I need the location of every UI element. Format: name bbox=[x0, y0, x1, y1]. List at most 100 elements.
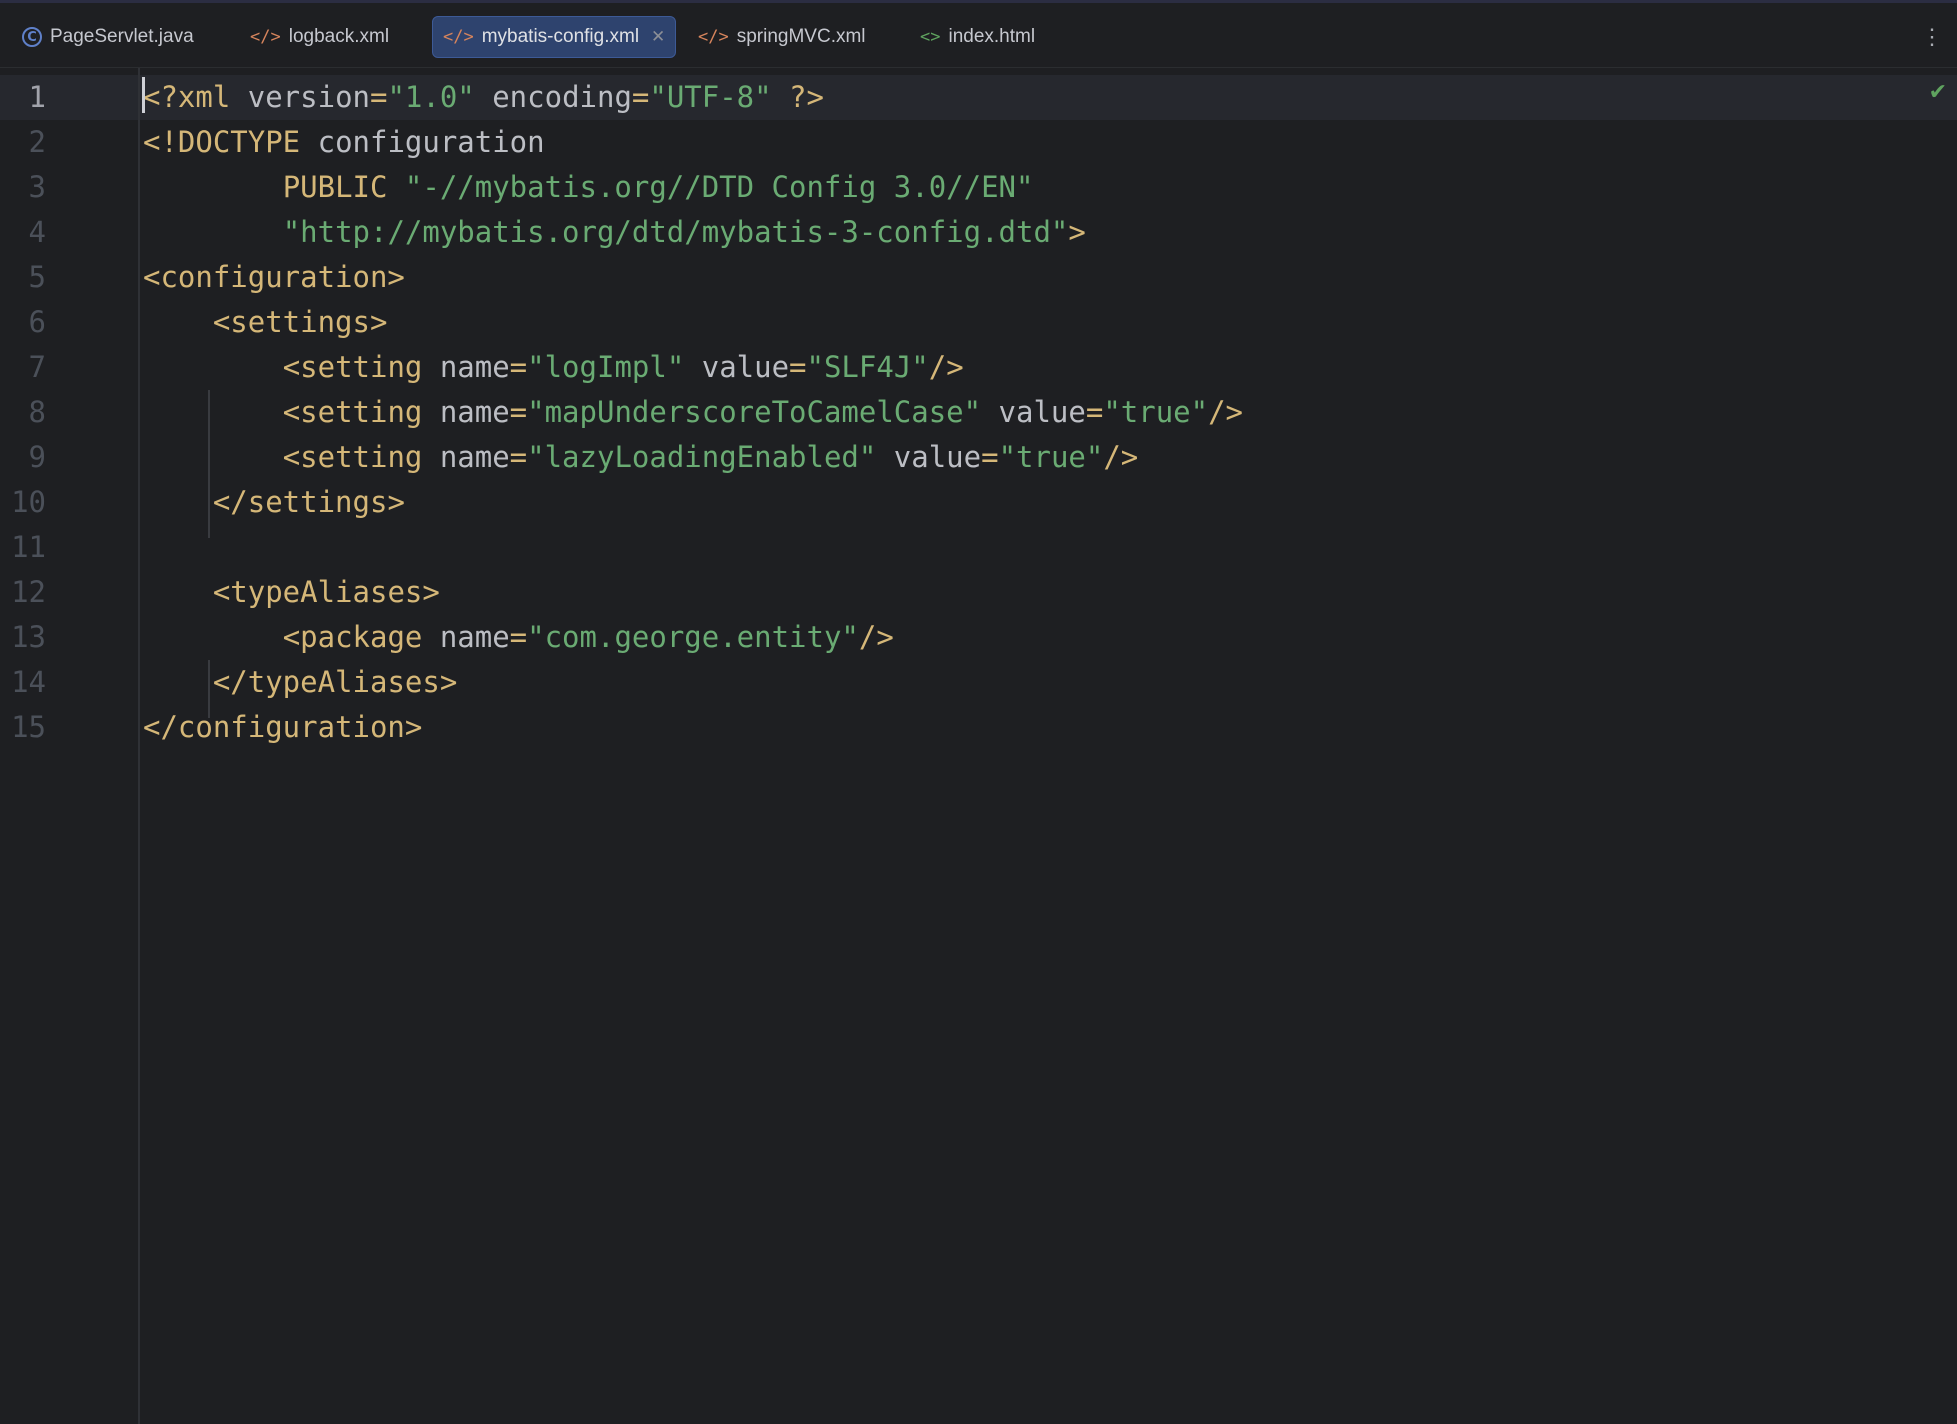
inspection-ok-check-icon[interactable]: ✔ bbox=[1929, 80, 1947, 105]
code-token: <configuration> bbox=[143, 260, 405, 294]
code-line[interactable]: 4 "http://mybatis.org/dtd/mybatis-3-conf… bbox=[0, 210, 1957, 255]
code-token: "true" bbox=[1103, 395, 1209, 429]
xml-file-icon: </> bbox=[443, 27, 474, 47]
code-text: <setting name="mapUnderscoreToCamelCase"… bbox=[143, 390, 1243, 435]
tab-label: logback.xml bbox=[288, 26, 390, 47]
code-token: <settings> bbox=[212, 305, 388, 339]
code-line[interactable]: 14 </typeAliases> bbox=[0, 660, 1957, 705]
code-token: encoding bbox=[474, 80, 632, 114]
code-token: "true" bbox=[998, 440, 1104, 474]
code-token: /> bbox=[928, 350, 964, 384]
tab-mybatis-config-xml[interactable]: </> mybatis-config.xml ✕ bbox=[432, 16, 677, 58]
code-token: = bbox=[509, 440, 528, 474]
code-token: = bbox=[981, 440, 999, 474]
code-text: <package name="com.george.entity"/> bbox=[143, 615, 894, 660]
tab-label: mybatis-config.xml bbox=[481, 26, 640, 47]
line-number: 15 bbox=[11, 710, 46, 744]
tab-logback-xml[interactable]: </> logback.xml bbox=[250, 16, 389, 58]
code-token: "mapUnderscoreToCamelCase" bbox=[527, 395, 982, 429]
code-token: = bbox=[509, 350, 528, 384]
code-token: PUBLIC bbox=[282, 170, 405, 204]
code-token: name bbox=[439, 395, 510, 429]
line-number: 10 bbox=[11, 485, 46, 519]
tab-pageservlet-java[interactable]: C PageServlet.java bbox=[22, 16, 194, 58]
code-token: /> bbox=[1208, 395, 1244, 429]
text-caret bbox=[142, 77, 145, 113]
code-token: </settings> bbox=[212, 485, 405, 519]
html-file-icon: <> bbox=[920, 27, 941, 47]
code-line[interactable]: 7 <setting name="logImpl" value="SLF4J"/… bbox=[0, 345, 1957, 390]
code-text: "http://mybatis.org/dtd/mybatis-3-config… bbox=[143, 210, 1086, 255]
code-text: </settings> bbox=[143, 480, 405, 525]
indent-guide bbox=[208, 390, 210, 538]
line-number: 2 bbox=[28, 125, 46, 159]
code-token: "SLF4J" bbox=[806, 350, 929, 384]
code-token: "http://mybatis.org/dtd/mybatis-3-config… bbox=[282, 215, 1069, 249]
code-token: name bbox=[439, 620, 510, 654]
line-number: 8 bbox=[28, 395, 46, 429]
line-number: 6 bbox=[28, 305, 46, 339]
code-token: <package bbox=[282, 620, 440, 654]
code-token: <typeAliases> bbox=[212, 575, 440, 609]
line-number: 14 bbox=[11, 665, 46, 699]
code-line[interactable]: 6 <settings> bbox=[0, 300, 1957, 345]
code-token: </typeAliases> bbox=[212, 665, 458, 699]
code-token: = bbox=[509, 395, 528, 429]
code-line[interactable]: 1 <?xml version="1.0" encoding="UTF-8" ?> bbox=[0, 75, 1957, 120]
line-number: 11 bbox=[11, 530, 46, 564]
code-text: </typeAliases> bbox=[143, 660, 457, 705]
editor-tab-bar: C PageServlet.java </> logback.xml </> m… bbox=[0, 6, 1957, 68]
code-token: <setting bbox=[282, 350, 440, 384]
code-line[interactable]: 8 <setting name="mapUnderscoreToCamelCas… bbox=[0, 390, 1957, 435]
code-token: = bbox=[789, 350, 807, 384]
code-line[interactable]: 2 <!DOCTYPE configuration bbox=[0, 120, 1957, 165]
code-token: <setting bbox=[282, 440, 440, 474]
code-line[interactable]: 9 <setting name="lazyLoadingEnabled" val… bbox=[0, 435, 1957, 480]
code-editor[interactable]: 1 <?xml version="1.0" encoding="UTF-8" ?>… bbox=[0, 68, 1957, 1424]
tab-springmvc-xml[interactable]: </> springMVC.xml bbox=[698, 16, 866, 58]
ide-window: C PageServlet.java </> logback.xml </> m… bbox=[0, 0, 1957, 1424]
code-token: = bbox=[1085, 395, 1104, 429]
code-line[interactable]: 3 PUBLIC "-//mybatis.org//DTD Config 3.0… bbox=[0, 165, 1957, 210]
code-token: = bbox=[509, 620, 528, 654]
code-token: version bbox=[247, 80, 370, 114]
code-line[interactable]: 10 </settings> bbox=[0, 480, 1957, 525]
code-line[interactable]: 11 bbox=[0, 525, 1957, 570]
code-token: <setting bbox=[282, 395, 440, 429]
code-token: value bbox=[684, 350, 790, 384]
code-token: "lazyLoadingEnabled" bbox=[527, 440, 877, 474]
code-line[interactable]: 5 <configuration> bbox=[0, 255, 1957, 300]
code-line[interactable]: 13 <package name="com.george.entity"/> bbox=[0, 615, 1957, 660]
code-text: <settings> bbox=[143, 300, 388, 345]
code-line[interactable]: 15 </configuration> bbox=[0, 705, 1957, 750]
code-token: "com.george.entity" bbox=[527, 620, 859, 654]
code-token: "logImpl" bbox=[527, 350, 685, 384]
code-token: /> bbox=[1103, 440, 1139, 474]
java-class-icon: C bbox=[22, 27, 42, 47]
code-token: value bbox=[876, 440, 982, 474]
code-token: value bbox=[981, 395, 1086, 429]
code-token: configuration bbox=[317, 125, 545, 159]
indent-guide bbox=[208, 660, 210, 718]
code-token: </configuration> bbox=[143, 710, 423, 744]
line-number: 7 bbox=[28, 350, 46, 384]
spring-xml-icon: </> bbox=[698, 27, 729, 47]
tab-index-html[interactable]: <> index.html bbox=[920, 16, 1035, 58]
close-tab-icon[interactable]: ✕ bbox=[651, 27, 665, 47]
code-token: = bbox=[631, 80, 650, 114]
more-tabs-menu-icon[interactable]: ⋮ bbox=[1921, 26, 1943, 48]
code-text: <?xml version="1.0" encoding="UTF-8" ?> bbox=[143, 75, 824, 120]
code-text: <setting name="logImpl" value="SLF4J"/> bbox=[143, 345, 964, 390]
line-number: 5 bbox=[28, 260, 46, 294]
code-token: = bbox=[369, 80, 388, 114]
code-line[interactable]: 12 <typeAliases> bbox=[0, 570, 1957, 615]
line-number: 13 bbox=[11, 620, 46, 654]
